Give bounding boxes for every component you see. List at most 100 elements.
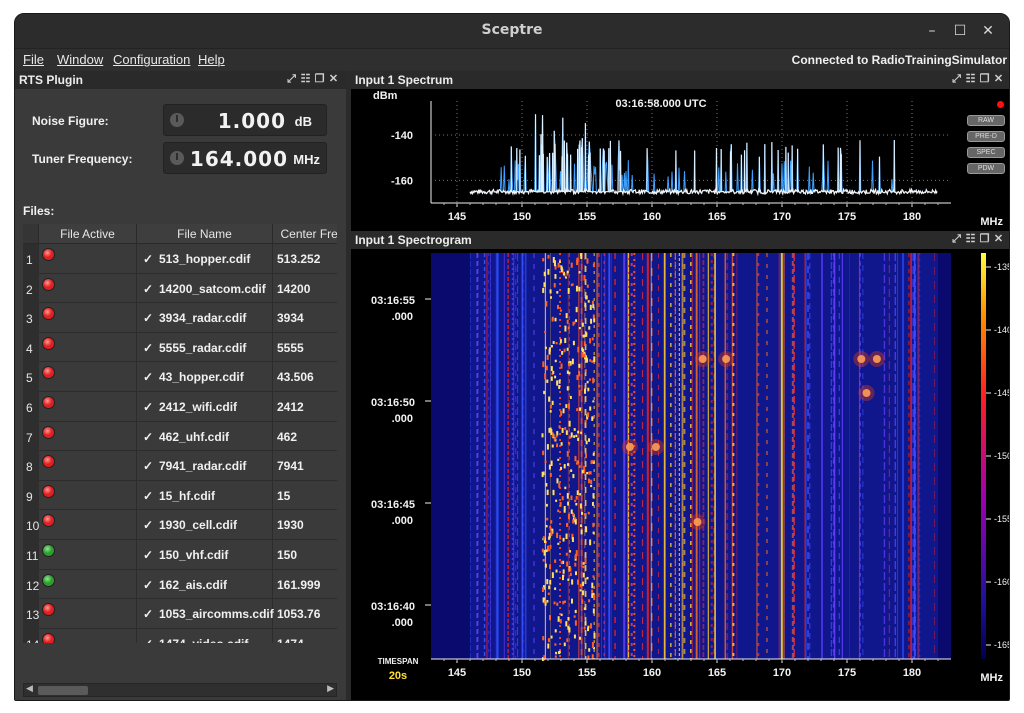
close-panel-icon[interactable]: ✕: [328, 72, 342, 85]
file-name-cell[interactable]: ✓ 1053_aircomms.cdif: [137, 599, 274, 629]
checkbox[interactable]: ✓: [143, 637, 153, 643]
file-active-cell[interactable]: [39, 392, 137, 422]
file-name-cell[interactable]: ✓ 15_hf.cdif: [137, 480, 273, 511]
table-row[interactable]: 6 ✓ 2412_wifi.cdif 2412: [23, 392, 337, 422]
table-row[interactable]: 8 ✓ 7941_radar.cdif 7941: [23, 451, 337, 481]
table-row[interactable]: 2 ✓ 14200_satcom.cdif 14200: [23, 273, 337, 304]
file-name-cell[interactable]: ✓ 1474_video.cdif: [137, 628, 273, 643]
status-led-icon[interactable]: [42, 603, 55, 617]
center-freq-cell[interactable]: 1930: [273, 510, 337, 540]
minimize-icon[interactable]: –: [921, 20, 943, 42]
close-panel-icon[interactable]: ✕: [993, 72, 1007, 85]
file-name-cell[interactable]: ✓ 7941_radar.cdif: [137, 451, 273, 481]
checkbox[interactable]: ✓: [143, 400, 153, 414]
file-name-cell[interactable]: ✓ 5555_radar.cdif: [137, 332, 273, 363]
menu-help[interactable]: Help: [198, 52, 225, 67]
file-active-cell[interactable]: [39, 628, 137, 643]
status-led-icon[interactable]: [42, 366, 55, 380]
table-row[interactable]: 12 ✓ 162_ais.cdif 161.999: [23, 569, 337, 600]
pdw-button[interactable]: PDW: [967, 163, 1005, 174]
noise-figure-input[interactable]: I 1.000 dB: [163, 104, 327, 136]
float-icon[interactable]: ❐: [979, 72, 993, 85]
file-active-cell[interactable]: [39, 332, 137, 363]
expand-icon[interactable]: ⤢: [951, 233, 965, 246]
checkbox[interactable]: ✓: [143, 282, 153, 296]
table-row[interactable]: 7 ✓ 462_uhf.cdif 462: [23, 421, 337, 452]
timespan-value[interactable]: 20s: [389, 670, 407, 682]
file-active-cell[interactable]: [39, 510, 137, 540]
menu-file[interactable]: File: [23, 52, 44, 67]
scroll-right-icon[interactable]: ▶: [327, 684, 334, 694]
status-led-icon[interactable]: [42, 307, 55, 321]
scroll-left-icon[interactable]: ◀: [26, 684, 33, 694]
center-freq-cell[interactable]: 5555: [273, 333, 337, 363]
checkbox[interactable]: ✓: [143, 459, 153, 473]
center-freq-cell[interactable]: 1474: [273, 629, 337, 643]
center-freq-cell[interactable]: 15: [273, 481, 337, 511]
checkbox[interactable]: ✓: [143, 548, 153, 562]
file-active-cell[interactable]: [39, 451, 137, 481]
raw-button[interactable]: RAW: [967, 115, 1005, 126]
checkbox[interactable]: ✓: [143, 578, 153, 592]
status-led-icon[interactable]: [42, 277, 55, 291]
col-file-name[interactable]: File Name: [137, 224, 273, 244]
center-freq-cell[interactable]: 43.506: [273, 362, 337, 392]
float-icon[interactable]: ❐: [314, 72, 328, 85]
checkbox[interactable]: ✓: [143, 311, 153, 325]
checkbox[interactable]: ✓: [143, 370, 153, 384]
spectrum-plot[interactable]: -140 -160 dBm 03:16:58.000 UTC 145 150 155 160 1…: [351, 89, 1010, 231]
maximize-icon[interactable]: ☐: [949, 20, 971, 42]
pre-d-button[interactable]: PRE-D: [967, 131, 1005, 142]
float-icon[interactable]: ❐: [979, 232, 993, 245]
settings-icon[interactable]: ☷: [965, 72, 979, 85]
file-active-cell[interactable]: [39, 421, 137, 452]
close-icon[interactable]: ✕: [977, 20, 999, 42]
status-led-icon[interactable]: [42, 396, 55, 409]
file-name-cell[interactable]: ✓ 43_hopper.cdif: [137, 362, 273, 392]
file-name-cell[interactable]: ✓ 2412_wifi.cdif: [137, 392, 273, 422]
file-active-cell[interactable]: [39, 273, 137, 304]
status-led-icon[interactable]: [42, 455, 55, 469]
file-name-cell[interactable]: ✓ 14200_satcom.cdif: [137, 273, 273, 304]
checkbox[interactable]: ✓: [143, 489, 153, 503]
file-name-cell[interactable]: ✓ 3934_radar.cdif: [137, 303, 273, 333]
table-row[interactable]: 13 ✓ 1053_aircomms.cdif 1053.76: [23, 599, 337, 629]
status-led-icon[interactable]: [42, 425, 55, 439]
status-led-icon[interactable]: [42, 248, 55, 261]
center-freq-cell[interactable]: 513.252: [273, 244, 337, 274]
center-freq-cell[interactable]: 1053.76: [273, 599, 337, 629]
file-active-cell[interactable]: [39, 244, 137, 274]
file-active-cell[interactable]: [39, 540, 137, 570]
col-file-active[interactable]: File Active: [39, 224, 137, 244]
center-freq-cell[interactable]: 462: [273, 422, 337, 452]
checkbox[interactable]: ✓: [143, 607, 153, 621]
settings-icon[interactable]: ☷: [300, 72, 314, 85]
file-name-cell[interactable]: ✓ 462_uhf.cdif: [137, 421, 273, 452]
table-row[interactable]: 14 ✓ 1474_video.cdif 1474: [23, 628, 337, 643]
col-center-freq[interactable]: Center Freq: [273, 224, 337, 244]
table-row[interactable]: 10 ✓ 1930_cell.cdif 1930: [23, 510, 337, 540]
table-row[interactable]: 5 ✓ 43_hopper.cdif 43.506: [23, 362, 337, 392]
file-active-cell[interactable]: [39, 569, 137, 600]
dial-icon[interactable]: I: [170, 151, 184, 165]
center-freq-cell[interactable]: 150: [273, 540, 337, 570]
close-panel-icon[interactable]: ✕: [993, 232, 1007, 245]
status-led-icon[interactable]: [42, 544, 55, 557]
tuner-frequency-input[interactable]: I 164.000 MHz: [163, 142, 327, 174]
center-freq-cell[interactable]: 14200: [273, 274, 337, 304]
center-freq-cell[interactable]: 2412: [273, 392, 337, 422]
table-row[interactable]: 9 ✓ 15_hf.cdif 15: [23, 480, 337, 511]
menu-window[interactable]: Window: [57, 52, 103, 67]
spectrogram-plot[interactable]: 145 150 155 160 165 170 175 180 MHz 03:16:55 .000 0…: [351, 249, 1010, 701]
file-name-cell[interactable]: ✓ 162_ais.cdif: [137, 569, 273, 600]
table-row[interactable]: 11 ✓ 150_vhf.cdif 150: [23, 540, 337, 570]
file-active-cell[interactable]: [39, 599, 137, 629]
checkbox[interactable]: ✓: [143, 518, 153, 532]
table-row[interactable]: 1 ✓ 513_hopper.cdif 513.252: [23, 244, 337, 274]
checkbox[interactable]: ✓: [143, 430, 153, 444]
file-name-cell[interactable]: ✓ 150_vhf.cdif: [137, 540, 273, 570]
menu-configuration[interactable]: Configuration: [113, 52, 190, 67]
file-name-cell[interactable]: ✓ 513_hopper.cdif: [137, 244, 273, 274]
center-freq-cell[interactable]: 161.999: [273, 570, 337, 600]
settings-icon[interactable]: ☷: [965, 232, 979, 245]
